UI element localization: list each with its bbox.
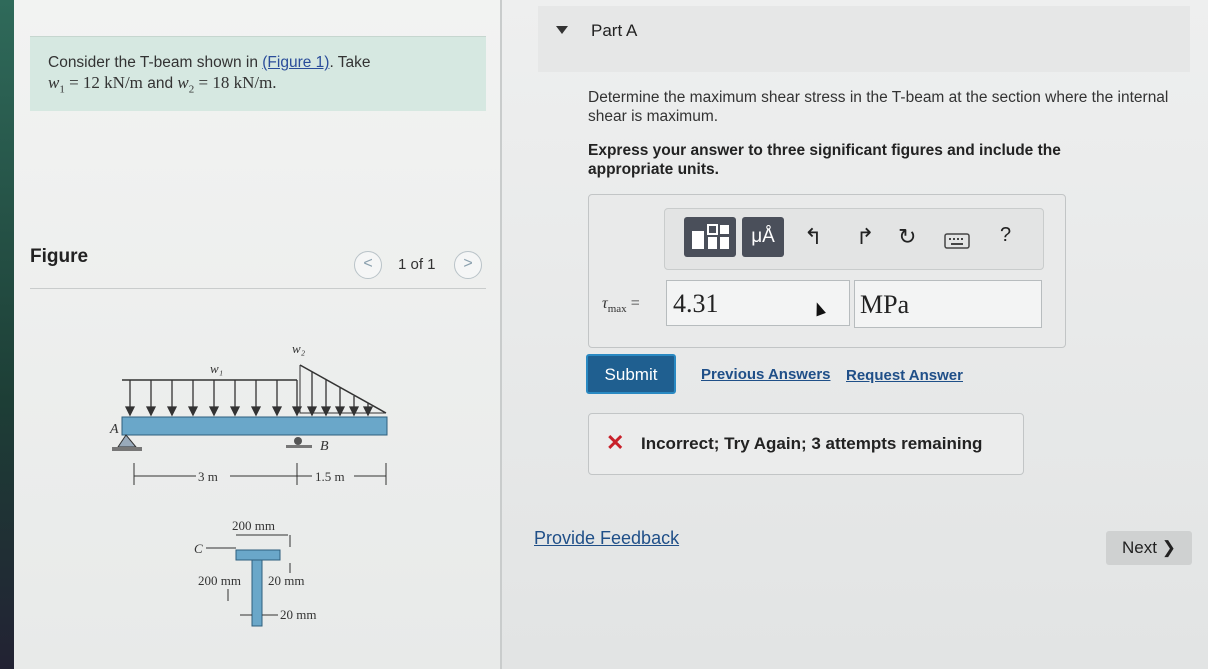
help-icon[interactable]: ? xyxy=(1000,224,1011,247)
support-a xyxy=(117,434,138,448)
label-c: C xyxy=(194,541,203,556)
t-section-web xyxy=(251,559,263,627)
feedback-message: Incorrect; Try Again; 3 attempts remaini… xyxy=(641,434,983,453)
problem-text: Consider the T-beam shown in (Figure 1).… xyxy=(48,53,371,99)
t-section-flange xyxy=(235,549,281,561)
provide-feedback-link[interactable]: Provide Feedback xyxy=(534,528,679,549)
problem-text-prefix: Consider the T-beam shown in xyxy=(48,54,263,71)
request-answer-link[interactable]: Request Answer xyxy=(846,367,963,384)
collapse-caret-icon[interactable] xyxy=(556,26,568,34)
web-thick-label: 20 mm xyxy=(280,607,316,622)
previous-answers-link[interactable]: Previous Answers xyxy=(701,366,831,383)
w2-label: w₂ xyxy=(292,341,306,356)
next-button-label: Next xyxy=(1122,538,1157,557)
answer-instruction: Express your answer to three significant… xyxy=(588,142,1061,178)
w2-expression: w2 = 18 kN/m. xyxy=(177,73,277,96)
span2-label: 1.5 m xyxy=(315,469,345,484)
support-b xyxy=(294,437,302,445)
w1-label: w₁ xyxy=(210,361,223,376)
label-b: B xyxy=(320,439,329,454)
question-text: Determine the maximum shear stress in th… xyxy=(588,89,1169,125)
problem-statement: Consider the T-beam shown in (Figure 1).… xyxy=(30,36,486,111)
submit-button[interactable]: Submit xyxy=(586,354,676,394)
flange-thick-label: 20 mm xyxy=(268,573,304,588)
w2-load-line xyxy=(299,364,387,414)
and-word: and xyxy=(142,75,178,92)
units-button[interactable]: μÅ xyxy=(742,217,784,257)
part-title: Part A xyxy=(591,21,638,40)
answer-unit-input[interactable]: MPa xyxy=(854,280,1042,328)
w2-load-arrows xyxy=(306,372,374,417)
chevron-right-icon: ❯ xyxy=(1161,538,1176,557)
web-depth-label: 200 mm xyxy=(198,573,241,588)
window-edge xyxy=(0,0,14,669)
label-a: A xyxy=(109,422,119,437)
templates-button[interactable] xyxy=(684,217,736,257)
undo-icon[interactable]: ↰ xyxy=(804,224,822,250)
figure-heading: Figure xyxy=(30,246,89,267)
figure-link[interactable]: (Figure 1) xyxy=(262,54,329,71)
flange-width-label: 200 mm xyxy=(232,518,275,533)
beam xyxy=(121,416,388,436)
keyboard-icon[interactable] xyxy=(944,229,970,255)
templates-icon xyxy=(692,224,729,249)
figure-page-count: 1 of 1 xyxy=(398,256,436,273)
incorrect-x-icon: ✕ xyxy=(606,430,625,455)
answer-variable-label: τmax = xyxy=(602,295,640,316)
figure-divider xyxy=(30,288,486,289)
next-figure-button[interactable]: > xyxy=(454,251,482,279)
t-beam-figure: w₁ w₂ A B 3 m 1.5 m 200 mm C 200 mm 20 m… xyxy=(109,341,388,627)
redo-icon[interactable]: ↱ xyxy=(856,224,874,250)
w1-load-arrows xyxy=(124,380,303,417)
prev-figure-button[interactable]: < xyxy=(354,251,382,279)
problem-text-suffix: . Take xyxy=(329,54,371,71)
reset-icon[interactable]: ↻ xyxy=(898,224,916,250)
next-button[interactable]: Next ❯ xyxy=(1106,531,1192,565)
span1-label: 3 m xyxy=(198,469,218,484)
w1-expression: w1 = 12 kN/m xyxy=(48,73,143,96)
